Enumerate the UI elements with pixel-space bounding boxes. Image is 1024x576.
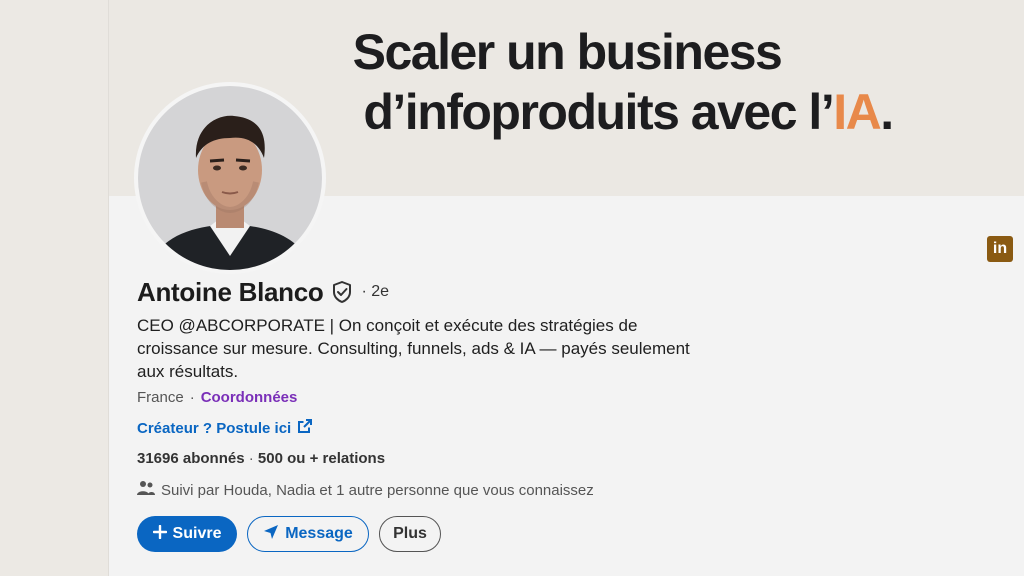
follow-button-label: Suivre — [172, 525, 222, 542]
profile-location: France — [137, 389, 184, 406]
connections-count[interactable]: 500 ou + relations — [258, 450, 385, 467]
external-link-icon — [297, 418, 313, 438]
creator-link[interactable]: Créateur ? Postule ici — [137, 418, 313, 438]
more-button-label: Plus — [393, 525, 427, 542]
linkedin-logo-text: in — [992, 240, 1008, 257]
location-separator: · — [189, 389, 195, 406]
profile-headline: CEO @ABCORPORATE | On conçoit et exécute… — [137, 316, 690, 381]
shield-check-icon[interactable] — [331, 280, 353, 304]
creator-link-label: Créateur ? Postule ici — [137, 419, 292, 437]
profile-stats: 31696 abonnés · 500 ou + relations — [137, 450, 385, 467]
left-gutter — [0, 0, 108, 576]
linkedin-logo-icon[interactable]: in — [987, 236, 1013, 262]
banner-title-line-1: Scaler un business — [352, 24, 783, 80]
follow-button[interactable]: Suivre — [137, 516, 237, 552]
paper-plane-icon — [263, 524, 279, 545]
mutual-connections-text: Suivi par Houda, Nadia et 1 autre person… — [161, 481, 594, 499]
profile-name: Antoine Blanco — [137, 276, 324, 307]
banner-title-line-2: d’infoproduits avec l’IA. — [231, 84, 1024, 140]
location-row: France · Coordonnées — [137, 389, 297, 406]
avatar-photo — [138, 86, 322, 270]
message-button-label: Message — [285, 525, 353, 542]
stats-separator: · — [248, 450, 254, 467]
connection-degree: · 2e — [361, 283, 390, 300]
mutual-connections[interactable]: Suivi par Houda, Nadia et 1 autre person… — [137, 480, 594, 500]
contact-info-link[interactable]: Coordonnées — [201, 389, 298, 406]
profile-actions: Suivre Message Plus — [137, 516, 441, 552]
more-button[interactable]: Plus — [379, 516, 441, 552]
profile-avatar[interactable] — [138, 86, 322, 270]
message-button[interactable]: Message — [247, 516, 369, 552]
followers-count[interactable]: 31696 abonnés — [137, 450, 245, 467]
banner-accent-word: IA — [833, 84, 882, 140]
banner-line-2-suffix: . — [880, 84, 894, 140]
banner-line-2-prefix: d’infoproduits avec l’ — [363, 84, 834, 140]
name-row: Antoine Blanco · 2e — [137, 276, 389, 308]
people-icon — [137, 480, 155, 500]
plus-icon — [152, 524, 167, 544]
